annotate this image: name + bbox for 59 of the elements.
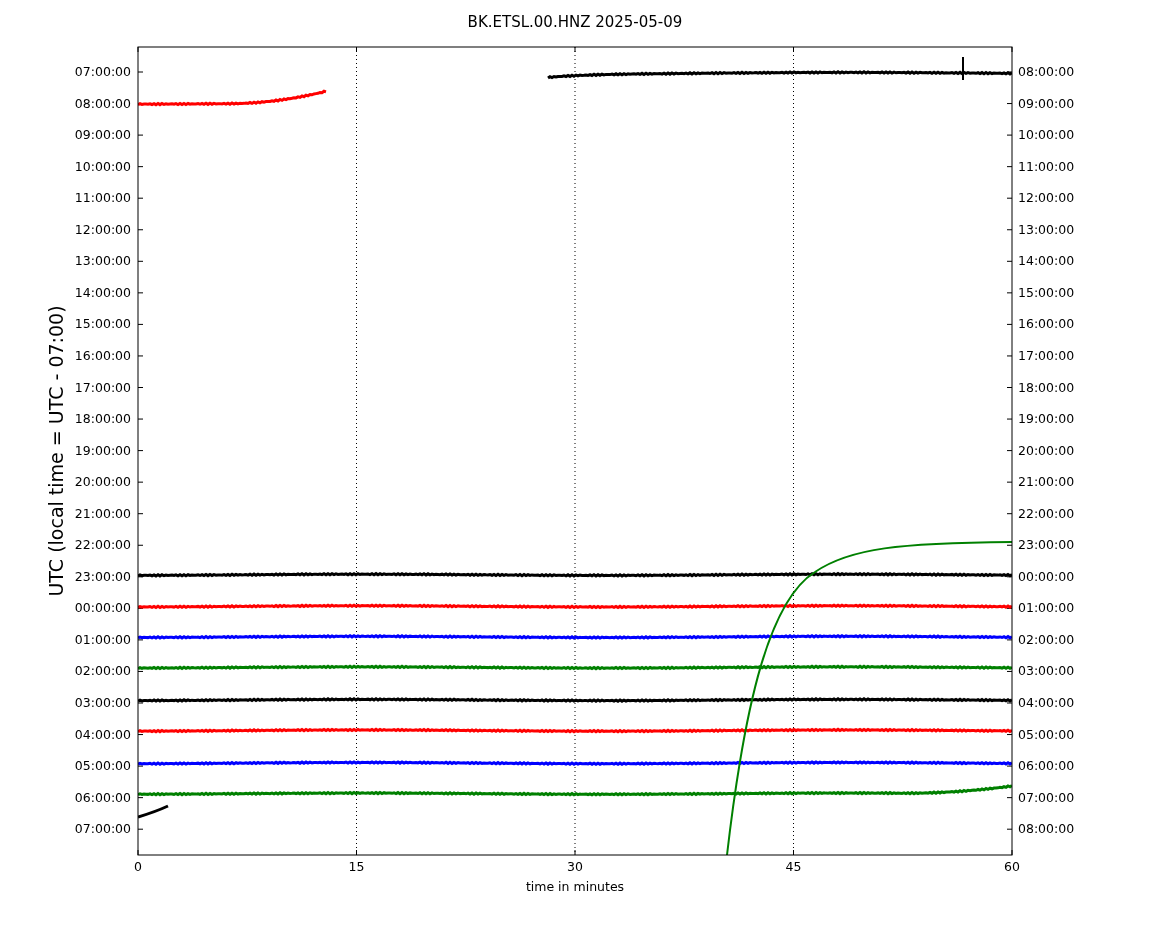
y-tick-label: 10:00:00 <box>1018 127 1075 143</box>
y-tick-label: 23:00:00 <box>1018 537 1075 553</box>
y-tick-label: 18:00:00 <box>74 411 131 427</box>
y-tick-label: 13:00:00 <box>74 253 131 269</box>
x-tick-label: 45 <box>785 859 802 874</box>
y-tick-label: 17:00:00 <box>1018 347 1075 363</box>
y-tick-label: 07:00:00 <box>74 64 131 79</box>
y-tick-label: 15:00:00 <box>74 316 131 332</box>
spike-mark <box>962 56 964 81</box>
y-tick-label: 20:00:00 <box>74 474 131 490</box>
y-tick-label: 08:00:00 <box>1018 821 1075 837</box>
y-tick-label: 05:00:00 <box>1018 726 1075 742</box>
y-tick-label: 10:00:00 <box>74 158 131 174</box>
y-tick-label: 16:00:00 <box>74 347 131 363</box>
y-tick-label: 00:00:00 <box>74 600 131 616</box>
x-tick-label: 15 <box>348 859 365 874</box>
y-tick-label: 11:00:00 <box>1018 158 1075 174</box>
y-tick-label: 06:00:00 <box>1018 758 1075 774</box>
y-tick-label: 15:00:00 <box>1018 284 1075 300</box>
y-tick-label: 11:00:00 <box>74 190 131 206</box>
y-tick-label: 19:00:00 <box>1018 411 1075 427</box>
y-axis-label: UTC (local time = UTC - 07:00) <box>45 305 67 597</box>
y-tick-label: 22:00:00 <box>1018 505 1075 521</box>
y-tick-label: 05:00:00 <box>74 758 131 774</box>
y-tick-label: 14:00:00 <box>1018 253 1075 269</box>
y-tick-label: 12:00:00 <box>74 221 131 237</box>
y-tick-label: 07:00:00 <box>1018 789 1075 805</box>
y-tick-label: 04:00:00 <box>74 726 131 742</box>
y-tick-label: 02:00:00 <box>74 663 131 679</box>
y-tick-label: 20:00:00 <box>1018 442 1075 458</box>
y-tick-label: 03:00:00 <box>74 695 131 710</box>
y-tick-label: 21:00:00 <box>74 505 131 521</box>
y-tick-label: 07:00:00 <box>74 821 131 837</box>
y-tick-label: 00:00:00 <box>1018 568 1075 584</box>
y-tick-label: 02:00:00 <box>1018 631 1075 647</box>
y-tick-label: 21:00:00 <box>1018 474 1075 490</box>
x-tick-label: 60 <box>1004 859 1020 874</box>
y-tick-label: 01:00:00 <box>1018 600 1075 616</box>
y-tick-label: 04:00:00 <box>1018 695 1075 710</box>
y-tick-label: 13:00:00 <box>1018 221 1075 237</box>
y-tick-label: 14:00:00 <box>74 284 131 300</box>
y-tick-label: 22:00:00 <box>74 537 131 553</box>
y-tick-label: 03:00:00 <box>1018 663 1075 679</box>
y-tick-label: 17:00:00 <box>74 379 131 395</box>
y-tick-label: 06:00:00 <box>74 789 131 805</box>
y-tick-label: 12:00:00 <box>1018 190 1075 206</box>
y-tick-label: 08:00:00 <box>74 95 131 111</box>
x-axis-label: time in minutes <box>525 879 625 894</box>
x-tick-label: 0 <box>134 859 142 874</box>
y-tick-label: 01:00:00 <box>74 631 131 647</box>
x-tick-label: 30 <box>567 859 583 874</box>
y-tick-label: 09:00:00 <box>1018 95 1075 111</box>
y-tick-label: 18:00:00 <box>1018 379 1075 395</box>
y-tick-label: 09:00:00 <box>74 127 131 143</box>
y-tick-label: 16:00:00 <box>1018 316 1075 332</box>
y-tick-label: 19:00:00 <box>74 442 131 458</box>
chart-title: BK.ETSL.00.HNZ 2025-05-09 <box>467 13 683 31</box>
y-tick-label: 08:00:00 <box>1018 64 1075 79</box>
y-tick-label: 23:00:00 <box>74 568 131 584</box>
